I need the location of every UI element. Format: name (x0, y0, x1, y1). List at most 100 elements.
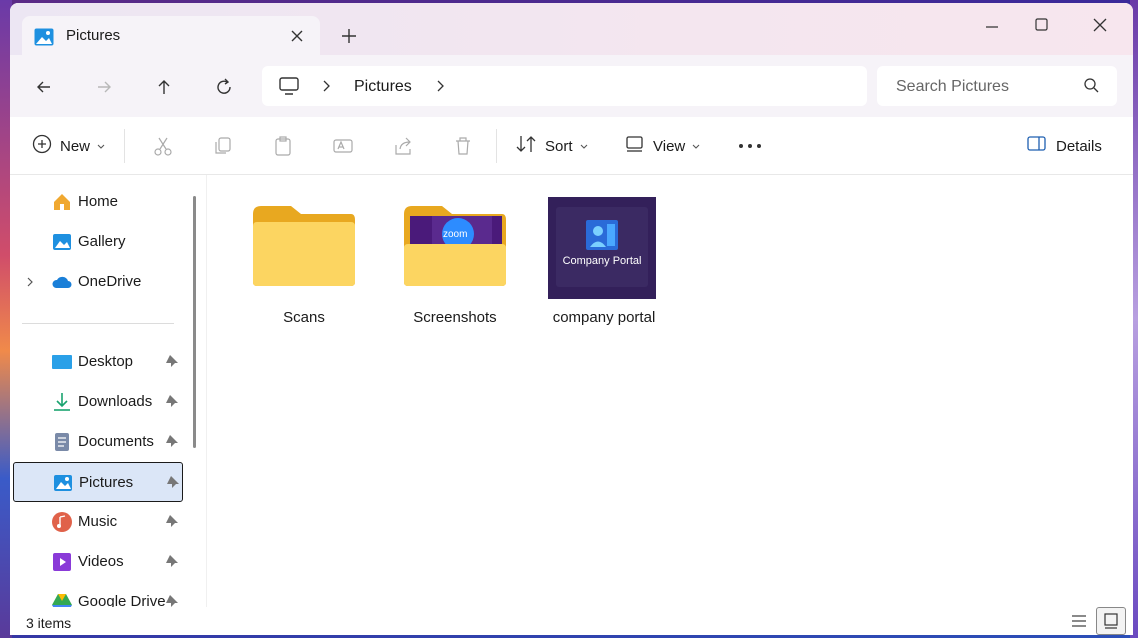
breadcrumb-chevron-icon[interactable] (434, 78, 446, 98)
folder-item[interactable]: Scans (239, 195, 369, 335)
separator (496, 129, 497, 163)
sidebar-item-label: Pictures (79, 474, 134, 491)
thumbnail-caption: Company Portal (562, 255, 642, 267)
sidebar-item-label: Documents (78, 433, 154, 450)
chevron-down-icon (691, 138, 701, 155)
search-icon[interactable] (1083, 77, 1101, 99)
breadcrumb-chevron-icon[interactable] (320, 78, 332, 98)
minimize-icon[interactable] (972, 11, 1012, 39)
view-button[interactable]: View (625, 134, 701, 158)
music-icon (51, 511, 73, 533)
address-bar[interactable]: Pictures (262, 66, 867, 106)
list-view-icon[interactable] (1070, 613, 1088, 633)
file-name: company portal (552, 309, 656, 326)
pin-icon[interactable] (165, 354, 179, 372)
pictures-icon (34, 28, 54, 50)
sidebar-item-onedrive[interactable]: OneDrive (13, 262, 181, 300)
sidebar-item-label: Videos (78, 553, 124, 570)
gallery-icon (51, 231, 73, 253)
sidebar-item-desktop[interactable]: Desktop (13, 342, 181, 380)
tab-title: Pictures (66, 27, 121, 44)
home-icon (51, 191, 73, 213)
sort-icon (515, 133, 537, 159)
command-bar: New Sort View Details (10, 117, 1133, 175)
share-icon[interactable] (392, 134, 414, 158)
more-options-icon[interactable] (738, 134, 762, 158)
new-tab-icon[interactable] (338, 25, 360, 47)
sort-button[interactable]: Sort (515, 134, 589, 158)
sidebar-divider (22, 323, 174, 324)
sidebar-item-pictures[interactable]: Pictures (13, 462, 183, 502)
zoom-badge: zoom (443, 229, 468, 240)
downloads-icon (51, 391, 73, 413)
item-count: 3 items (26, 615, 72, 631)
this-pc-icon[interactable] (278, 75, 300, 101)
search-box[interactable]: Search Pictures (877, 66, 1117, 106)
file-name: Scans (283, 309, 325, 326)
pin-icon[interactable] (165, 434, 179, 452)
sidebar-item-label: OneDrive (78, 273, 142, 290)
company-portal-icon (586, 220, 618, 254)
close-window-icon[interactable] (1080, 11, 1120, 39)
sidebar-item-home[interactable]: Home (13, 182, 181, 220)
desktop-icon (51, 351, 73, 373)
chevron-down-icon (579, 138, 589, 155)
folder-with-preview-icon: zoom (402, 200, 508, 290)
image-thumbnail: Company Portal (548, 197, 656, 299)
sidebar-scrollbar[interactable] (193, 196, 196, 448)
maximize-icon[interactable] (1022, 11, 1062, 39)
sidebar-item-downloads[interactable]: Downloads (13, 382, 181, 420)
copy-icon[interactable] (212, 134, 234, 158)
details-button[interactable]: Details (1026, 134, 1102, 158)
sidebar-item-gallery[interactable]: Gallery (13, 222, 181, 260)
sidebar-item-label: Desktop (78, 353, 134, 370)
sidebar-item-label: Music (78, 513, 118, 530)
back-icon[interactable] (32, 75, 56, 99)
separator (124, 129, 125, 163)
file-explorer-window: Pictures Pictures Search Pictures New So… (10, 3, 1133, 635)
videos-icon (51, 551, 73, 573)
view-label: View (653, 137, 686, 155)
up-icon[interactable] (152, 75, 176, 99)
sidebar-item-videos[interactable]: Videos (13, 542, 181, 580)
sidebar-item-label: Home (78, 193, 119, 210)
pin-icon[interactable] (165, 514, 179, 532)
expand-chevron-icon[interactable] (25, 275, 35, 292)
folder-icon (251, 200, 357, 290)
title-bar: Pictures (10, 3, 1133, 56)
sidebar-item-label: Downloads (78, 393, 153, 410)
sidebar-item-music[interactable]: Music (13, 502, 181, 540)
onedrive-icon (51, 271, 73, 293)
tab-close-icon[interactable] (286, 25, 308, 47)
rename-icon[interactable] (332, 134, 354, 158)
cut-icon[interactable] (152, 134, 174, 158)
refresh-icon[interactable] (212, 75, 236, 99)
add-icon (32, 134, 52, 158)
sidebar-item-documents[interactable]: Documents (13, 422, 181, 460)
navigation-bar: Pictures Search Pictures (10, 55, 1133, 117)
delete-icon[interactable] (452, 134, 474, 158)
documents-icon (51, 431, 73, 453)
breadcrumb-pictures[interactable]: Pictures (354, 78, 412, 96)
view-icon (625, 134, 645, 158)
search-input[interactable]: Search Pictures (896, 78, 1009, 96)
file-name: Screenshots (413, 309, 497, 326)
file-view: Scans zoom Screenshots Company Portal co… (206, 175, 1133, 607)
details-pane-icon (1026, 134, 1048, 158)
folder-item[interactable]: zoom Screenshots (390, 195, 520, 335)
forward-icon[interactable] (92, 75, 116, 99)
new-button[interactable]: New (32, 134, 106, 158)
pin-icon[interactable] (166, 475, 180, 493)
status-bar: 3 items (10, 607, 1133, 635)
large-icons-view-icon[interactable] (1096, 607, 1126, 635)
pin-icon[interactable] (165, 554, 179, 572)
sort-label: Sort (545, 137, 573, 155)
pictures-icon (52, 472, 74, 494)
pin-icon[interactable] (165, 394, 179, 412)
details-label: Details (1056, 137, 1102, 155)
paste-icon[interactable] (272, 134, 294, 158)
new-label: New (60, 137, 91, 155)
chevron-down-icon (96, 138, 106, 155)
image-item[interactable]: Company Portal company portal (539, 195, 669, 335)
tab-pictures[interactable]: Pictures (22, 16, 320, 56)
